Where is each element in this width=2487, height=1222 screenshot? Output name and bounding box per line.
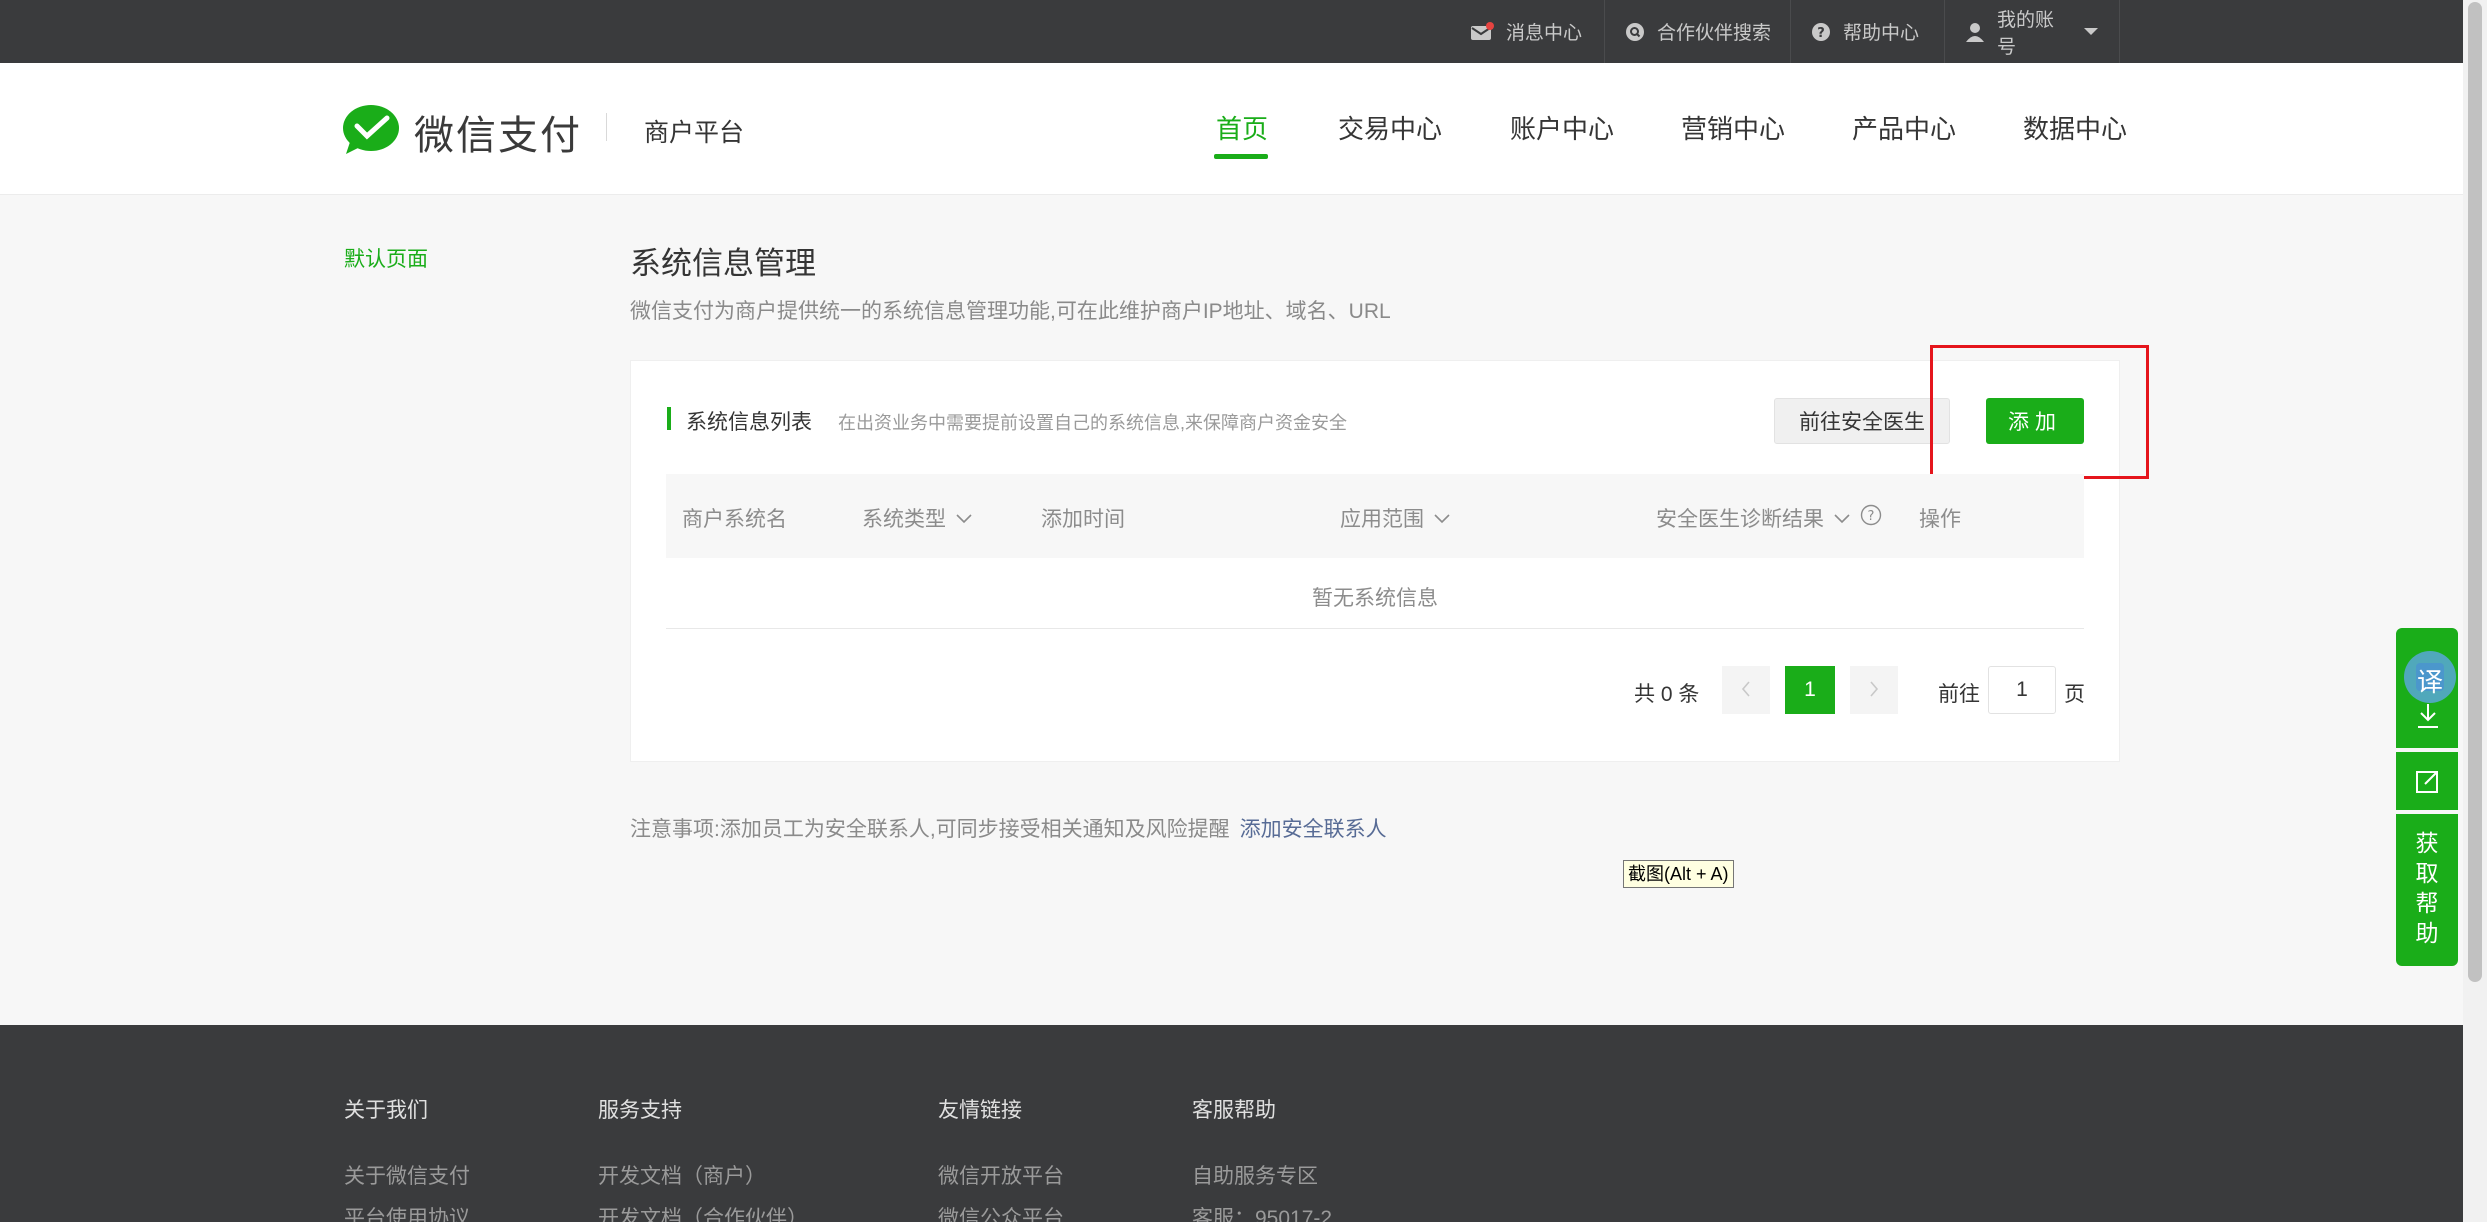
pagination-total: 共 0 条 (1634, 683, 1700, 706)
page-description: 微信支付为商户提供统一的系统信息管理功能,可在此维护商户IP地址、域名、URL (630, 300, 1391, 323)
get-help-button[interactable]: 获 取 帮 助 (2396, 814, 2458, 966)
column-label: 操作 (1919, 508, 1961, 531)
my-account-label: 我的账号 (1997, 9, 2055, 58)
translate-button[interactable]: 译 (2396, 646, 2458, 708)
get-help-char: 帮 (2415, 890, 2439, 916)
question-circle-icon[interactable]: ? (1860, 504, 1882, 532)
chevron-right-icon (1869, 677, 1879, 703)
footer-link[interactable]: 自助服务专区 (1192, 1160, 1318, 1190)
svg-text:?: ? (1868, 509, 1875, 524)
pagination-next-button[interactable] (1850, 666, 1898, 714)
card-title: 系统信息列表 (686, 411, 812, 434)
card-title-accent (667, 407, 671, 430)
footer-link[interactable]: 微信公众平台 (938, 1202, 1064, 1222)
edit-icon (2415, 768, 2441, 799)
highlight-box (1930, 345, 2149, 479)
column-merchant-system-name: 商户系统名 (682, 503, 787, 533)
logo-text: 微信支付 (414, 114, 582, 158)
footer-heading-support: 服务支持 (598, 1099, 682, 1122)
go-security-doctor-button[interactable]: 前往安全医生 (1774, 398, 1950, 444)
page-title: 系统信息管理 (630, 246, 816, 281)
column-system-type[interactable]: 系统类型 (862, 503, 972, 533)
footer-link[interactable]: 开发文档（商户） (598, 1160, 766, 1190)
wechat-pay-logo[interactable]: 微信支付 (342, 103, 582, 161)
partner-search-link[interactable]: 合作伙伴搜索 (1604, 0, 1791, 63)
column-scope[interactable]: 应用范围 (1340, 503, 1450, 533)
footer-link[interactable]: 开发文档（合作伙伴） (598, 1202, 808, 1222)
mail-icon (1470, 21, 1494, 42)
pagination-goto-input[interactable] (1988, 666, 2056, 714)
nav-account[interactable]: 账户中心 (1510, 109, 1614, 146)
feedback-button[interactable] (2396, 752, 2458, 810)
scrollbar-thumb[interactable] (2468, 2, 2482, 982)
footer-heading-about: 关于我们 (344, 1099, 428, 1122)
top-bar: 消息中心 合作伙伴搜索 ? 帮助中心 我的账号 (0, 0, 2463, 63)
nav-home[interactable]: 首页 (1216, 109, 1268, 146)
pagination-goto-label: 前往 (1938, 683, 1980, 706)
svg-text:?: ? (1817, 26, 1825, 41)
column-label: 系统类型 (862, 508, 946, 531)
notice: 注意事项:添加员工为安全联系人,可同步接受相关通知及风险提醒 添加安全联系人 (630, 813, 1387, 843)
nav-active-indicator (1214, 154, 1268, 159)
footer-heading-service: 客服帮助 (1192, 1099, 1276, 1122)
footer-link[interactable]: 平台使用协议 (344, 1202, 470, 1222)
wechat-pay-logo-icon (342, 104, 400, 161)
footer-link[interactable]: 关于微信支付 (344, 1160, 470, 1190)
card-tip: 在出资业务中需要提前设置自己的系统信息,来保障商户资金安全 (838, 413, 1347, 433)
column-added-time: 添加时间 (1041, 503, 1125, 533)
pagination-goto-unit: 页 (2064, 683, 2085, 706)
get-help-char: 助 (2415, 920, 2439, 946)
caret-down-icon (2083, 27, 2099, 37)
chevron-down-icon (1834, 506, 1850, 530)
user-icon (1965, 22, 1985, 42)
screenshot-tooltip: 截图(Alt + A) (1623, 860, 1734, 888)
empty-state-text: 暂无系统信息 (1312, 587, 1438, 610)
column-label: 应用范围 (1340, 508, 1424, 531)
sidebar-item-default-page[interactable]: 默认页面 (344, 243, 428, 273)
search-icon (1625, 22, 1645, 42)
question-icon: ? (1811, 22, 1831, 42)
column-label: 添加时间 (1041, 508, 1125, 531)
column-doctor-result[interactable]: 安全医生诊断结果 ? (1656, 503, 1882, 533)
my-account-menu[interactable]: 我的账号 (1944, 0, 2120, 63)
header: 微信支付 商户平台 首页 交易中心 账户中心 营销中心 产品中心 数据中心 (0, 63, 2463, 195)
translate-label: 译 (2417, 667, 2444, 697)
chevron-down-icon (1434, 506, 1450, 530)
footer-heading-links: 友情链接 (938, 1099, 1022, 1122)
footer-link[interactable]: 微信开放平台 (938, 1160, 1064, 1190)
chevron-down-icon (956, 506, 972, 530)
notice-text: 注意事项:添加员工为安全联系人,可同步接受相关通知及风险提醒 (630, 818, 1230, 841)
help-center-link[interactable]: ? 帮助中心 (1790, 0, 1939, 63)
logo-divider (606, 113, 607, 141)
add-security-contact-link[interactable]: 添加安全联系人 (1240, 818, 1387, 841)
column-label: 商户系统名 (682, 508, 787, 531)
nav-data[interactable]: 数据中心 (2023, 109, 2127, 146)
pagination-page-button[interactable]: 1 (1785, 666, 1835, 714)
nav-products[interactable]: 产品中心 (1852, 109, 1956, 146)
column-label: 安全医生诊断结果 (1656, 508, 1824, 531)
footer-link[interactable]: 客服：95017-2 (1192, 1202, 1332, 1222)
nav-marketing[interactable]: 营销中心 (1681, 109, 1785, 146)
pagination-prev-button[interactable] (1722, 666, 1770, 714)
column-actions: 操作 (1919, 503, 1961, 533)
get-help-char: 取 (2415, 860, 2439, 886)
platform-name: 商户平台 (644, 119, 745, 147)
messages-label: 消息中心 (1506, 23, 1583, 44)
chevron-left-icon (1741, 677, 1751, 703)
nav-transactions[interactable]: 交易中心 (1338, 109, 1442, 146)
partner-search-label: 合作伙伴搜索 (1657, 23, 1772, 44)
messages-link[interactable]: 消息中心 (1450, 0, 1602, 63)
help-center-label: 帮助中心 (1843, 23, 1920, 44)
table-divider (666, 628, 2084, 629)
get-help-char: 获 (2415, 830, 2439, 856)
